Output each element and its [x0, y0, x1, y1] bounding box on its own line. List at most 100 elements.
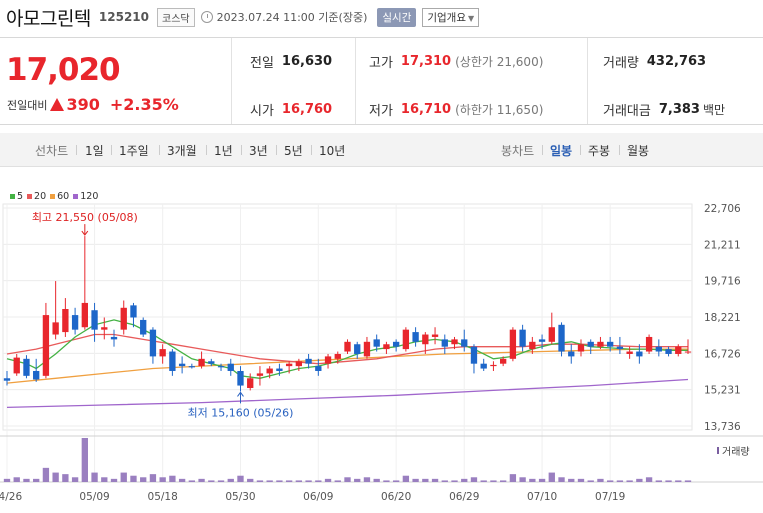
volume-bar [529, 478, 536, 482]
candle-body [480, 363, 487, 369]
candle-body [285, 363, 293, 367]
x-tick-label: 07/10 [527, 491, 557, 503]
volume-bar [110, 478, 118, 482]
volume-bar [140, 477, 147, 482]
candle-body [422, 334, 429, 345]
candlestick-chart: 22,706 21,211 19,716 18,221 16,726 15,231 13,7… [0, 203, 763, 503]
volume-bar [247, 478, 254, 482]
y-tick-label: 22,706 [704, 203, 741, 215]
y-tick-label: 21,211 [704, 239, 741, 251]
candle-body [295, 361, 303, 367]
candle-body [178, 363, 186, 367]
candle-body [645, 336, 653, 352]
candle-body [227, 363, 234, 371]
candle-body [616, 346, 624, 350]
candle-body [607, 341, 614, 347]
candle-body [392, 341, 400, 347]
x-tick-label: 06/20 [381, 491, 411, 503]
volume-bar [130, 475, 137, 482]
volume-bar [558, 477, 565, 482]
volume-bar [645, 477, 653, 482]
low-annotation: 최저 15,160 (05/26) [187, 406, 293, 419]
candle-body [470, 346, 478, 364]
y-tick-label: 15,231 [704, 385, 741, 397]
candle-body [451, 339, 458, 345]
volume-bar [684, 480, 692, 482]
x-tick-label: 06/09 [303, 491, 333, 503]
volume-legend-label: 거래량 [722, 446, 750, 458]
candle-body [33, 370, 40, 380]
volume-bar [33, 478, 40, 482]
candle-body [42, 315, 50, 376]
candle-body [266, 368, 273, 374]
volume-bar [208, 480, 215, 482]
volume-bar [120, 472, 127, 482]
candle-body [490, 364, 497, 367]
candle-body [237, 370, 244, 386]
candle-body [324, 356, 332, 364]
volume-bar [519, 477, 526, 482]
candle-body [208, 361, 215, 364]
volume-bars [3, 438, 692, 482]
y-tick-label: 18,221 [704, 312, 741, 324]
volume-bar [256, 480, 264, 482]
candle-body [256, 373, 264, 376]
ma60-line [6, 348, 688, 384]
volume-bar [655, 480, 662, 482]
volume-bar [23, 478, 30, 482]
candle-body [315, 366, 322, 371]
candle-body [91, 310, 98, 330]
candle-body [159, 349, 166, 357]
candle-body [636, 351, 643, 357]
candle-body [149, 329, 157, 357]
candle-body [568, 351, 575, 357]
volume-bar [295, 480, 303, 482]
volume-bar [577, 478, 585, 482]
volume-bar [568, 478, 575, 482]
volume-bar [431, 478, 439, 482]
volume-bar [451, 480, 458, 482]
candle-body [130, 305, 137, 318]
candle-body [655, 346, 662, 352]
volume-bar [81, 438, 88, 482]
volume-bar [626, 480, 633, 482]
candle-body [548, 327, 555, 342]
candle-body [305, 358, 312, 364]
volume-bar [285, 480, 293, 482]
candle-body [665, 349, 672, 354]
y-tick-label: 13,736 [704, 421, 741, 433]
volume-bar [383, 480, 390, 482]
candle-body [13, 357, 20, 374]
volume-bar [509, 474, 517, 482]
volume-bar [665, 480, 672, 482]
volume-bar [71, 477, 79, 482]
volume-bar [3, 478, 11, 482]
candle-body [587, 341, 594, 347]
candle-body [120, 307, 127, 330]
candle-body [383, 344, 390, 350]
candle-body [538, 339, 546, 342]
candle-body [169, 351, 176, 371]
candle-body [675, 346, 682, 354]
volume-bar [149, 474, 157, 482]
x-tick-label: 05/18 [148, 491, 178, 503]
candle-body [558, 324, 565, 352]
candle-body [684, 351, 692, 353]
candle-body [188, 366, 196, 368]
volume-bar [441, 480, 448, 482]
volume-bar [178, 478, 186, 482]
candles [3, 236, 692, 392]
volume-bar [470, 477, 478, 482]
volume-bar [538, 478, 546, 482]
volume-bar [402, 475, 410, 482]
volume-bar [490, 480, 497, 482]
volume-bar [159, 477, 166, 482]
volume-bar [324, 478, 332, 482]
candle-body [519, 329, 526, 347]
candle-body [81, 302, 88, 328]
candle-body [499, 358, 507, 364]
volume-bar [237, 475, 244, 482]
high-annotation: 최고 21,550 (05/08) [32, 211, 138, 224]
volume-bar [354, 478, 361, 482]
volume-bar [616, 480, 624, 482]
